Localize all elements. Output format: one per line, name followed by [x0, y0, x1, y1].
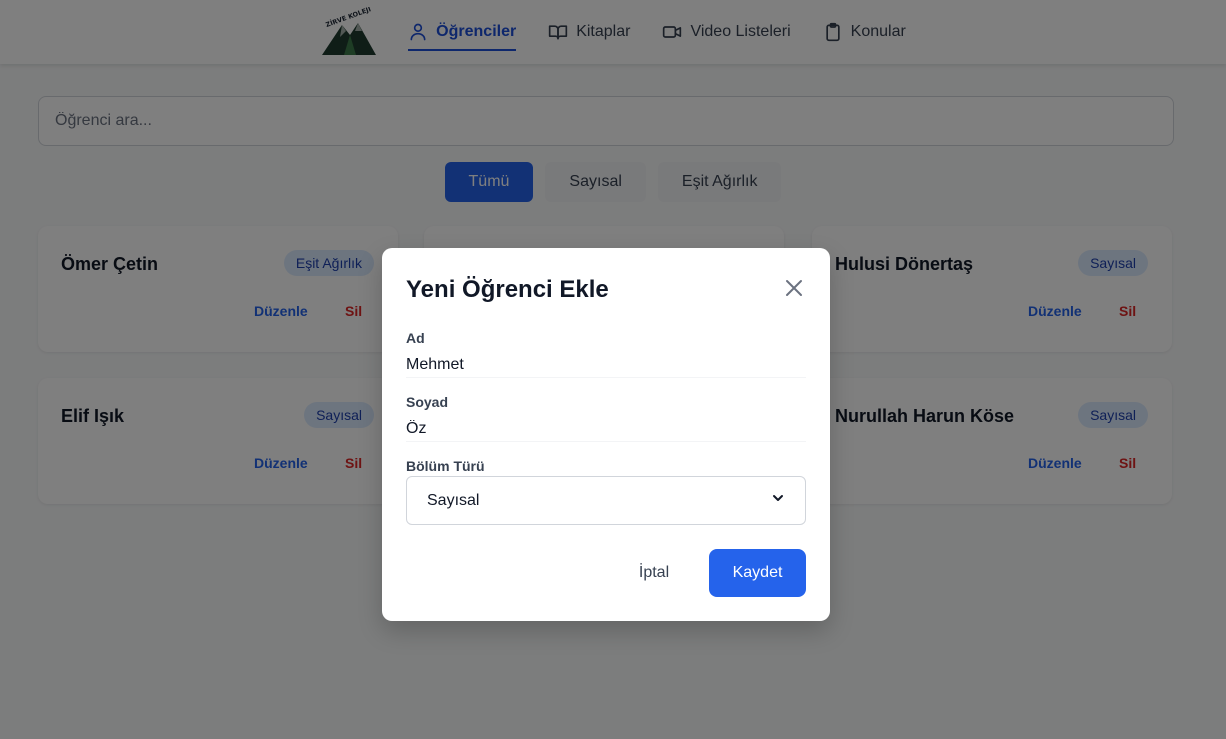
modal-title: Yeni Öğrenci Ekle — [406, 276, 609, 303]
department-select-value: Sayısal — [427, 491, 480, 509]
add-student-modal: Yeni Öğrenci Ekle Ad Soyad Bölüm Türü Sa… — [382, 248, 830, 621]
last-name-label: Soyad — [406, 394, 449, 410]
first-name-label: Ad — [406, 330, 425, 346]
department-select[interactable]: Sayısal — [406, 476, 806, 525]
close-icon[interactable] — [784, 278, 804, 298]
department-label: Bölüm Türü — [406, 458, 485, 474]
chevron-down-icon — [771, 491, 785, 510]
save-button[interactable]: Kaydet — [709, 549, 806, 597]
cancel-button[interactable]: İptal — [622, 549, 686, 597]
last-name-input[interactable] — [406, 416, 806, 442]
first-name-input[interactable] — [406, 352, 806, 378]
